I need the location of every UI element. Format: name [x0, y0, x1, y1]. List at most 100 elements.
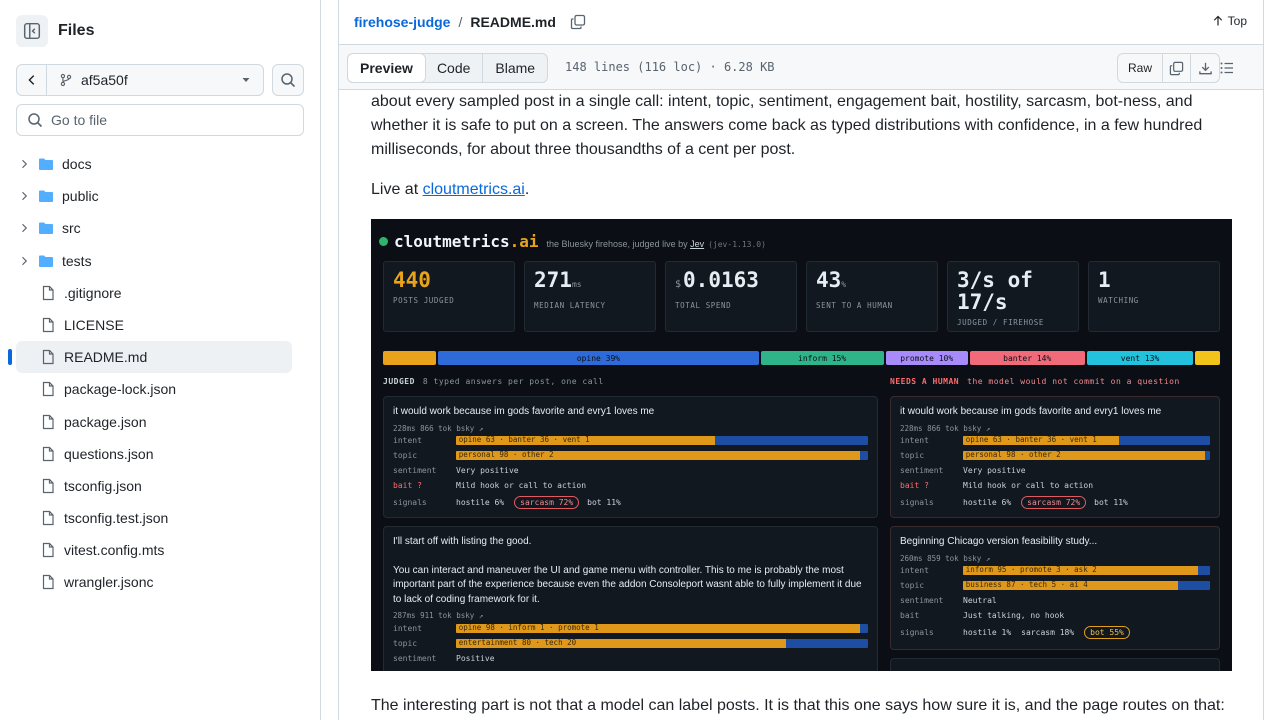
- intent-row: intent opine 63 · banter 36 · vent 1: [900, 434, 1210, 448]
- intent-distribution-bar: opine 39% inform 15% promote 10% banter 14%…: [383, 351, 1221, 365]
- folder-icon: [39, 255, 53, 267]
- raw-button[interactable]: Raw: [1118, 54, 1164, 82]
- chevron-right-icon: [22, 256, 28, 265]
- tree-item-label: public: [62, 188, 99, 205]
- tree-file[interactable]: LICENSE: [16, 309, 292, 341]
- sentiment-row: sentiment Very positive: [393, 464, 868, 478]
- human-subheading: the model would not commit on a question: [967, 377, 1180, 386]
- distribution-segment: promote 10%: [885, 351, 968, 365]
- top-label: Top: [1227, 14, 1247, 28]
- tree-file[interactable]: tsconfig.test.json: [16, 502, 292, 534]
- tree-file[interactable]: package-lock.json: [16, 373, 292, 405]
- post-text-body: You can interact and maneuver the UI and…: [393, 564, 862, 605]
- search-button[interactable]: [272, 64, 304, 96]
- view-mode-tabs: Preview Code Blame: [347, 53, 549, 83]
- chevron-right-icon: [22, 224, 28, 233]
- post-meta: 228ms 866 tok bsky ↗: [900, 423, 991, 433]
- stat-unit: %: [841, 280, 847, 289]
- intent-row: intent opine 63 · banter 36 · vent 1: [393, 434, 868, 448]
- closing-paragraph: The interesting part is not that a model…: [371, 697, 1225, 714]
- chevron-right-icon-wrap[interactable]: [16, 222, 32, 234]
- tree-item-icon: [38, 188, 54, 204]
- tree-file[interactable]: vitest.config.mts: [16, 534, 292, 566]
- search-icon: [281, 73, 296, 88]
- intent-key: intent: [900, 436, 929, 445]
- readme-body: about every sampled post in a single cal…: [371, 90, 1237, 218]
- stat-number: 0.0163: [683, 268, 759, 292]
- bait-value: Mild hook or call to action: [456, 481, 587, 490]
- topic-key: topic: [393, 451, 418, 460]
- copy-path-button[interactable]: [570, 14, 586, 30]
- tree-item-icon: [40, 574, 56, 590]
- back-button[interactable]: [17, 65, 47, 95]
- signals-row: signals hostile 1% sarcasm 18% bot 55%: [900, 626, 1210, 640]
- tree-item-label: docs: [62, 156, 92, 172]
- distribution-segment: inform 15%: [760, 351, 884, 365]
- tree-folder[interactable]: docs: [16, 148, 292, 180]
- tree-folder[interactable]: src: [16, 212, 292, 244]
- collapse-sidebar-button[interactable]: [16, 15, 48, 47]
- tree-file[interactable]: .gitignore: [16, 277, 292, 309]
- tree-file[interactable]: README.md: [8, 341, 292, 374]
- intent-bar-label: opine 63 · banter 36 · vent 1: [458, 436, 590, 444]
- judged-heading: JUDGED: [383, 377, 415, 386]
- sarcasm-signal: sarcasm 72%: [514, 496, 580, 509]
- chevron-right-icon-wrap[interactable]: [16, 158, 32, 170]
- live-suffix: .: [524, 181, 530, 198]
- file-icon: [42, 446, 54, 461]
- tree-item-label: tests: [62, 252, 92, 269]
- intent-key: intent: [900, 566, 929, 575]
- tree-file[interactable]: questions.json: [16, 438, 292, 470]
- file-icon: [42, 317, 54, 333]
- cloutmetrics-link[interactable]: cloutmetrics.ai: [423, 181, 525, 198]
- tab-code[interactable]: Code: [425, 54, 484, 82]
- branch-selector[interactable]: af5a50f: [47, 65, 263, 95]
- post-meta: 228ms 866 tok bsky ↗: [393, 423, 484, 433]
- intent-bar-label: opine 98 · inform 1 · promote 1: [458, 623, 599, 632]
- tree-file[interactable]: package.json: [16, 406, 292, 438]
- bot-signal: bot 11%: [587, 498, 621, 507]
- human-column-heading: NEEDS A HUMAN the model would not commit …: [890, 377, 1180, 386]
- bait-row: bait ? Mild hook or call to action: [393, 479, 868, 493]
- stat-value: $0.0163: [675, 269, 787, 296]
- top-button[interactable]: Top: [1212, 14, 1247, 28]
- tree-folder[interactable]: tests: [16, 245, 292, 277]
- git-branch-icon: [60, 73, 72, 87]
- copy-raw-button[interactable]: [1163, 54, 1192, 82]
- stat-value: 271ms: [534, 269, 646, 296]
- chevron-right-icon-wrap[interactable]: [16, 255, 32, 267]
- intent-key: intent: [393, 623, 422, 633]
- copy-icon: [1169, 61, 1184, 75]
- intent-bar: opine 98 · inform 1 · promote 1: [455, 623, 868, 633]
- bot-signal: bot 11%: [1094, 498, 1128, 507]
- chevron-right-icon-wrap[interactable]: [16, 190, 32, 202]
- tab-blame[interactable]: Blame: [483, 54, 547, 82]
- tree-file[interactable]: wrangler.jsonc: [16, 566, 292, 598]
- download-button[interactable]: [1191, 54, 1219, 82]
- tab-preview[interactable]: Preview: [347, 53, 426, 83]
- file-icon: [42, 382, 54, 397]
- tree-file[interactable]: tsconfig.json: [16, 470, 292, 502]
- go-to-file-field[interactable]: [16, 104, 304, 136]
- hostile-signal: hostile 6%: [456, 498, 505, 507]
- tree-item-label: vitest.config.mts: [64, 542, 165, 559]
- post-text: it would work because im gods favorite a…: [900, 406, 1162, 417]
- stat-value: 440: [393, 269, 505, 291]
- topic-row: topic entertainment 80 · tech 20: [393, 636, 868, 650]
- breadcrumb-repo-link[interactable]: firehose-judge: [354, 14, 450, 30]
- outline-button[interactable]: [1219, 60, 1235, 81]
- topic-bar: business 87 · tech 5 · ai 4: [962, 581, 1210, 590]
- stat-card: 1 WATCHING: [1088, 261, 1220, 332]
- sentiment-row: sentiment Very positive: [900, 464, 1210, 478]
- stat-label: MEDIAN LATENCY: [534, 301, 606, 310]
- file-icon: [42, 285, 54, 300]
- file-tree-sidebar: Files af5a50f docs public src tests .gitigno…: [0, 0, 321, 720]
- tree-item-label: src: [62, 220, 81, 237]
- go-to-file-input[interactable]: [51, 112, 281, 128]
- signals-key: signals: [900, 628, 934, 637]
- file-icon: [42, 350, 54, 365]
- sidebar-header: Files: [16, 15, 94, 47]
- tree-folder[interactable]: public: [16, 180, 292, 212]
- stat-card: 3/s of 17/s JUDGED / FIREHOSE: [947, 261, 1079, 332]
- topic-bar: personal 98 · other 2: [455, 451, 868, 460]
